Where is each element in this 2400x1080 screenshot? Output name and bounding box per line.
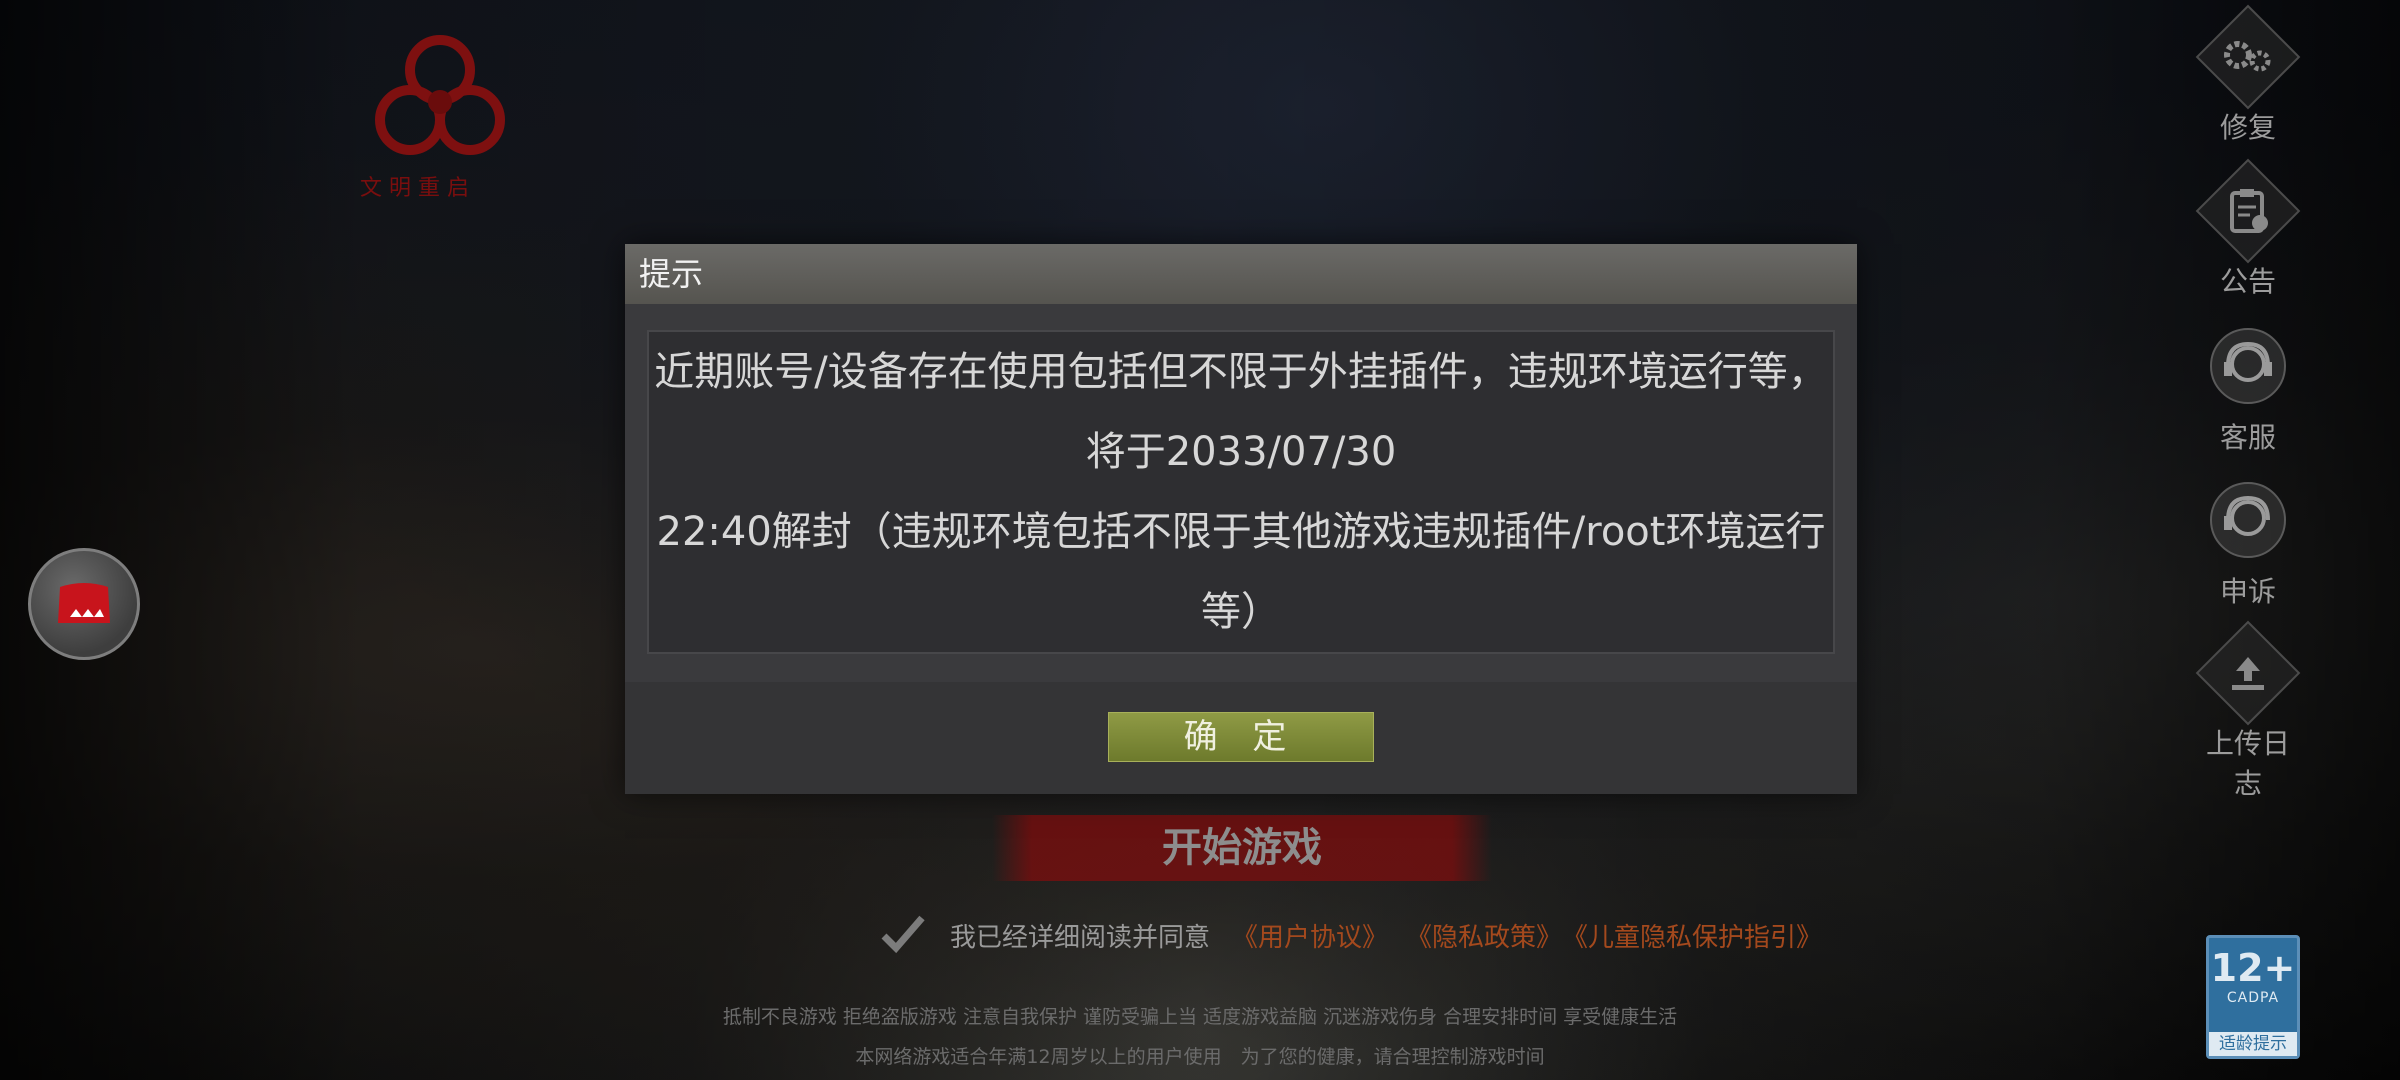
side-item-repair-label: 修复	[2219, 111, 2276, 144]
side-item-notice-frame	[2195, 158, 2301, 264]
start-game-button[interactable]: 开始游戏	[992, 815, 1492, 881]
side-item-upload-log[interactable]: 上传日志	[2195, 620, 2301, 802]
side-item-appeal-frame	[2210, 482, 2286, 558]
dialog-message-line2: 22:40解封（违规环境包括不限于其他游戏违规插件/root环境运行等）	[656, 509, 1826, 635]
side-item-customer-service[interactable]: 客服	[2198, 328, 2298, 456]
side-item-notice-label: 公告	[2219, 265, 2276, 298]
agreement-text: 我已经详细阅读并同意	[950, 922, 1211, 953]
side-item-upload-log-label: 上传日志	[2205, 727, 2290, 800]
monster-mouth-icon	[58, 583, 110, 623]
side-item-repair[interactable]: 修复	[2195, 4, 2301, 146]
customer-service-icon	[2224, 341, 2272, 382]
notice-icon	[2230, 189, 2268, 233]
side-item-appeal-label: 申诉	[2219, 575, 2276, 608]
ban-notice-dialog: 提示 近期账号/设备存在使用包括但不限于外挂插件，违规环境运行等，将于2033/…	[625, 244, 1857, 794]
confirm-button[interactable]: 确 定	[1108, 712, 1374, 762]
appeal-icon	[2224, 495, 2270, 536]
side-item-repair-frame	[2195, 4, 2301, 110]
side-item-upload-log-frame	[2195, 620, 2301, 726]
dialog-message-line1: 近期账号/设备存在使用包括但不限于外挂插件，违规环境运行等，将于2033/07/…	[654, 349, 1828, 475]
side-item-appeal[interactable]: 申诉	[2198, 482, 2298, 610]
age-rating-org: CADPA	[2226, 990, 2280, 1006]
biohazard-logo-icon: 文 明 重 启	[360, 35, 505, 200]
side-item-customer-service-label: 客服	[2219, 421, 2276, 454]
health-notice-line1: 抵制不良游戏 拒绝盗版游戏 注意自我保护 谨防受骗上当 适度游戏益脑 沉迷游戏伤…	[722, 1006, 1678, 1028]
user-agreement-link[interactable]: 《用户协议》	[1232, 917, 1388, 954]
age-rating-number: 12+	[2210, 946, 2296, 990]
health-notice-line2: 本网络游戏适合年满12周岁以上的用户使用 为了您的健康，请合理控制游戏时间	[855, 1046, 1545, 1068]
agreement-checkbox[interactable]	[880, 912, 926, 958]
child-privacy-link[interactable]: 《儿童隐私保护指引》	[1562, 917, 1822, 954]
floating-assistant-button[interactable]	[28, 548, 140, 660]
age-rating-badge[interactable]: 12+ CADPA 适龄提示	[2206, 935, 2300, 1059]
svg-text:文 明 重 启: 文 明 重 启	[360, 176, 469, 200]
upload-icon	[2232, 657, 2264, 690]
privacy-policy-link[interactable]: 《隐私政策》	[1406, 917, 1562, 954]
dialog-title: 提示	[625, 244, 1857, 304]
age-rating-tip: 适龄提示	[2209, 1032, 2297, 1056]
side-item-customer-service-frame	[2210, 328, 2286, 404]
side-item-notice[interactable]: 公告	[2195, 158, 2301, 300]
dialog-message: 近期账号/设备存在使用包括但不限于外挂插件，违规环境运行等，将于2033/07/…	[647, 330, 1835, 654]
gear-icon	[2224, 41, 2271, 72]
agreement-row: 我已经详细阅读并同意 《用户协议》 《隐私政策》 《儿童隐私保护指引》	[880, 910, 1822, 960]
